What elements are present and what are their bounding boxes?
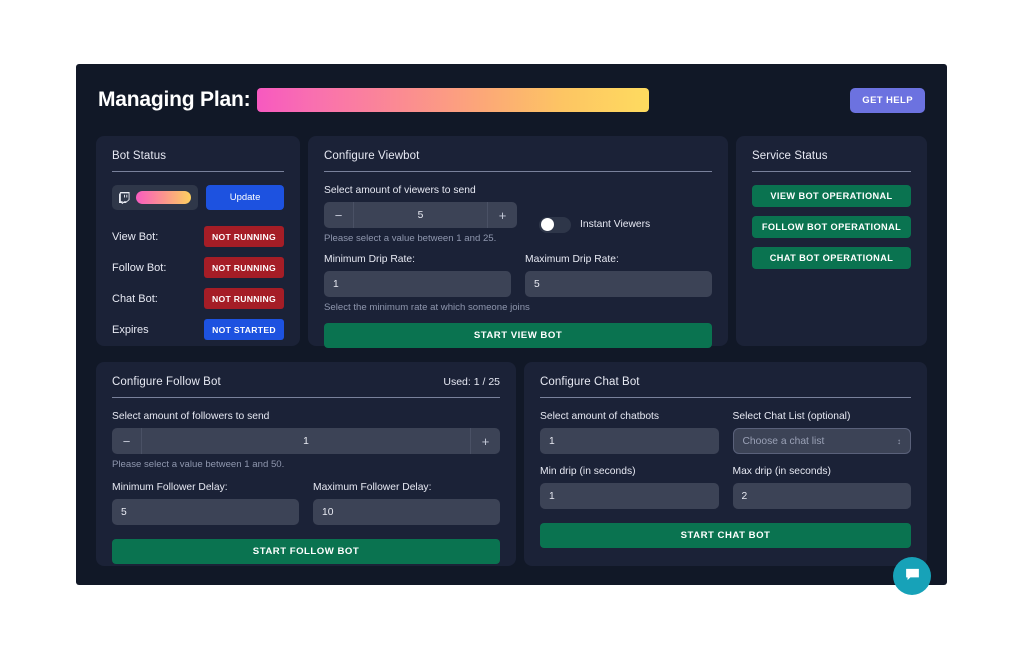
- follower-delay-row: Minimum Follower Delay: Maximum Follower…: [112, 482, 500, 525]
- viewer-amount-value: 5: [417, 209, 424, 221]
- get-help-button[interactable]: GET HELP: [850, 87, 925, 113]
- max-drip-seconds-input[interactable]: [732, 483, 911, 509]
- account-row: Update: [112, 185, 284, 210]
- status-row: Expires NOT STARTED: [112, 314, 284, 345]
- follow-bot-header: Configure Follow Bot Used: 1 / 25: [112, 376, 500, 397]
- bot-status-title: Bot Status: [112, 150, 167, 162]
- start-follow-bot-button[interactable]: START FOLLOW BOT: [112, 539, 500, 564]
- max-drip-seconds-label: Max drip (in seconds): [732, 466, 831, 477]
- chatbot-drip-row: Min drip (in seconds) Max drip (in secon…: [540, 466, 911, 509]
- service-status-title: Service Status: [752, 150, 828, 162]
- min-drip-seconds-input[interactable]: [540, 483, 719, 509]
- follower-decrement-button[interactable]: −: [112, 428, 142, 454]
- drip-rate-hint: Select the minimum rate at which someone…: [324, 302, 530, 313]
- start-view-bot-button[interactable]: START VIEW BOT: [324, 323, 712, 348]
- max-follower-delay-input[interactable]: [313, 499, 500, 525]
- toggle-knob: [540, 218, 554, 231]
- divider: [112, 171, 284, 172]
- chevron-updown-icon: ↕: [897, 436, 901, 446]
- configure-chat-bot-card: Configure Chat Bot Select amount of chat…: [524, 362, 927, 566]
- min-drip-rate-input[interactable]: [324, 271, 511, 297]
- page-title: Managing Plan:: [98, 88, 251, 111]
- min-drip-seconds-label: Min drip (in seconds): [540, 466, 636, 477]
- min-follower-delay-label: Minimum Follower Delay:: [112, 482, 228, 493]
- chat-bubble-icon: [904, 566, 921, 586]
- viewer-amount-hint: Please select a value between 1 and 25.: [324, 233, 497, 244]
- status-row: Follow Bot: NOT RUNNING: [112, 252, 284, 283]
- chat-list-select[interactable]: Choose a chat list ↕: [732, 428, 911, 454]
- min-follower-delay-input[interactable]: [112, 499, 299, 525]
- chatbot-amount-row: Select amount of chatbots Select Chat Li…: [540, 411, 911, 454]
- chat-support-button[interactable]: [893, 557, 931, 595]
- chat-bot-status-badge[interactable]: NOT RUNNING: [204, 288, 284, 309]
- follow-bot-status-label: Follow Bot:: [112, 261, 167, 274]
- status-row: Chat Bot: NOT RUNNING: [112, 283, 284, 314]
- bot-status-card: Bot Status Update View Bot: NOT RUNNING …: [96, 136, 300, 346]
- chat-bot-operational-badge[interactable]: CHAT BOT OPERATIONAL: [752, 247, 911, 269]
- configure-viewbot-card: Configure Viewbot Select amount of viewe…: [308, 136, 728, 348]
- follower-increment-button[interactable]: +: [470, 428, 500, 454]
- viewer-increment-button[interactable]: +: [487, 202, 517, 228]
- service-status-header: Service Status: [752, 150, 911, 171]
- max-drip-rate-label: Maximum Drip Rate:: [525, 254, 619, 265]
- divider: [112, 397, 500, 398]
- follow-bot-operational-badge[interactable]: FOLLOW BOT OPERATIONAL: [752, 216, 911, 238]
- drip-rate-row: Minimum Drip Rate: Maximum Drip Rate:: [324, 254, 712, 297]
- instant-viewers-label: Instant Viewers: [580, 219, 651, 230]
- app-container: Managing Plan: GET HELP Bot Status Updat…: [76, 64, 947, 595]
- status-row: View Bot: NOT RUNNING: [112, 221, 284, 252]
- follow-bot-status-badge[interactable]: NOT RUNNING: [204, 257, 284, 278]
- chat-list-label: Select Chat List (optional): [732, 411, 851, 422]
- follow-bot-title: Configure Follow Bot: [112, 376, 221, 388]
- chat-list-placeholder: Choose a chat list: [742, 435, 825, 447]
- view-bot-status-label: View Bot:: [112, 230, 159, 243]
- header-bar: Managing Plan: GET HELP: [76, 64, 947, 136]
- follower-amount-value: 1: [303, 435, 309, 447]
- divider: [752, 171, 911, 172]
- chat-bot-title: Configure Chat Bot: [540, 376, 640, 388]
- chatbot-amount-input[interactable]: [540, 428, 719, 454]
- view-bot-operational-badge[interactable]: VIEW BOT OPERATIONAL: [752, 185, 911, 207]
- chat-bot-status-label: Chat Bot:: [112, 292, 158, 305]
- viewer-decrement-button[interactable]: −: [324, 202, 354, 228]
- viewbot-header: Configure Viewbot: [324, 150, 712, 171]
- max-follower-delay-label: Maximum Follower Delay:: [313, 482, 432, 493]
- divider: [324, 171, 712, 172]
- expires-label: Expires: [112, 323, 149, 336]
- viewer-amount-stepper[interactable]: − 5 +: [324, 202, 517, 228]
- plan-name-redacted-bar: [257, 88, 650, 112]
- update-button[interactable]: Update: [206, 185, 284, 210]
- configure-follow-bot-card: Configure Follow Bot Used: 1 / 25 Select…: [96, 362, 516, 566]
- account-name-redacted-bar: [136, 191, 192, 204]
- viewbot-title: Configure Viewbot: [324, 150, 420, 162]
- expires-badge[interactable]: NOT STARTED: [204, 319, 284, 340]
- divider: [540, 397, 911, 398]
- chatbot-amount-label: Select amount of chatbots: [540, 411, 660, 422]
- view-bot-status-badge[interactable]: NOT RUNNING: [204, 226, 284, 247]
- min-drip-rate-label: Minimum Drip Rate:: [324, 254, 415, 265]
- start-chat-bot-button[interactable]: START CHAT BOT: [540, 523, 911, 548]
- viewbot-amount-row: Select amount of viewers to send − 5 + P…: [324, 185, 712, 244]
- follower-amount-hint: Please select a value between 1 and 50.: [112, 459, 285, 470]
- follower-amount-stepper[interactable]: − 1 +: [112, 428, 500, 454]
- bot-status-header: Bot Status: [112, 150, 284, 171]
- follow-bot-used-counter: Used: 1 / 25: [443, 376, 500, 388]
- account-chip[interactable]: [112, 185, 199, 210]
- follower-amount-label: Select amount of followers to send: [112, 411, 270, 422]
- service-status-card: Service Status VIEW BOT OPERATIONAL FOLL…: [736, 136, 927, 346]
- twitch-icon: [119, 191, 130, 204]
- max-drip-rate-input[interactable]: [525, 271, 712, 297]
- viewer-amount-label: Select amount of viewers to send: [324, 185, 476, 196]
- instant-viewers-toggle[interactable]: [539, 216, 571, 233]
- chat-bot-header: Configure Chat Bot: [540, 376, 911, 397]
